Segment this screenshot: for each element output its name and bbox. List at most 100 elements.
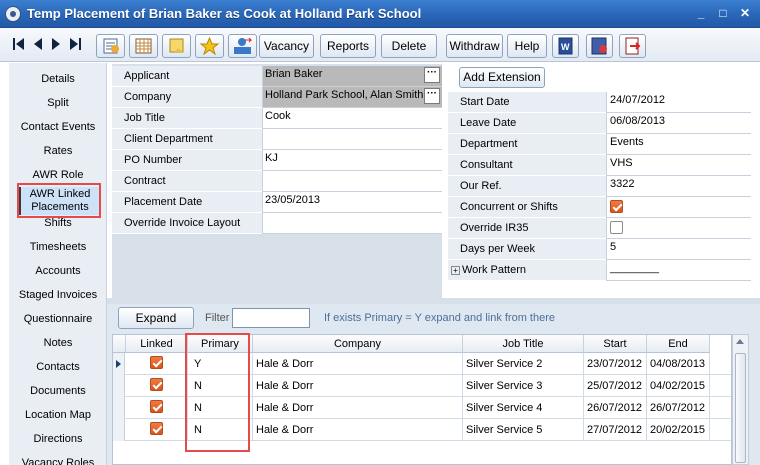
work-pattern-label: Work Pattern bbox=[462, 264, 526, 276]
highlight-box-primary bbox=[185, 333, 250, 452]
nav-item-questionnaire[interactable]: Questionnaire bbox=[9, 313, 107, 326]
hint-text: If exists Primary = Y expand and link fr… bbox=[324, 312, 556, 324]
our-ref-field[interactable]: 3322 bbox=[606, 176, 751, 197]
column-header-job-title[interactable]: Job Title bbox=[463, 335, 584, 353]
refresh-record-icon[interactable] bbox=[586, 34, 613, 58]
nav-item-notes[interactable]: Notes bbox=[9, 337, 107, 350]
grid-scrollbar[interactable] bbox=[732, 334, 749, 465]
placement-date-field[interactable]: 23/05/2013 bbox=[262, 192, 442, 213]
applicant-label: Applicant bbox=[112, 66, 262, 87]
job-title-cell: Silver Service 2 bbox=[463, 353, 584, 375]
applicant-lookup-button[interactable]: ··· bbox=[424, 67, 440, 83]
consultant-field[interactable]: VHS bbox=[606, 155, 751, 176]
linked-cell bbox=[126, 397, 188, 419]
contract-row: Contract bbox=[112, 171, 442, 192]
start-cell: 27/07/2012 bbox=[584, 419, 647, 441]
column-header-company[interactable]: Company bbox=[253, 335, 463, 353]
linked-checkbox[interactable] bbox=[150, 400, 163, 413]
our-ref-row: Our Ref. 3322 bbox=[448, 176, 751, 197]
app-icon bbox=[5, 6, 21, 22]
next-record-icon[interactable] bbox=[49, 36, 64, 52]
filter-input[interactable] bbox=[232, 308, 310, 328]
nav-item-directions[interactable]: Directions bbox=[9, 433, 107, 446]
nav-item-accounts[interactable]: Accounts bbox=[9, 265, 107, 278]
nav-item-timesheets[interactable]: Timesheets bbox=[9, 241, 107, 254]
nav-item-staged-invoices[interactable]: Staged Invoices bbox=[9, 289, 107, 302]
concurrent-or-shifts-checkbox[interactable] bbox=[610, 200, 623, 213]
nav-item-awr-role[interactable]: AWR Role bbox=[9, 169, 107, 182]
start-cell: 26/07/2012 bbox=[584, 397, 647, 419]
job-title-field[interactable]: Cook bbox=[262, 108, 442, 129]
reports-button[interactable]: Reports bbox=[320, 34, 376, 58]
nav-item-rates[interactable]: Rates bbox=[9, 145, 107, 158]
previous-record-icon[interactable] bbox=[30, 36, 45, 52]
end-cell: 04/08/2013 bbox=[647, 353, 710, 375]
consultant-label: Consultant bbox=[448, 155, 606, 176]
nav-item-vacancy-roles[interactable]: Vacancy Roles bbox=[9, 457, 107, 465]
column-header-linked[interactable]: Linked bbox=[126, 335, 188, 353]
window-title: Temp Placement of Brian Baker as Cook at… bbox=[27, 6, 422, 21]
leave-date-field[interactable]: 06/08/2013 bbox=[606, 113, 751, 134]
help-button[interactable]: Help bbox=[507, 34, 547, 58]
user-transfer-icon[interactable] bbox=[228, 34, 257, 58]
work-pattern-field[interactable]: ________ bbox=[606, 260, 751, 281]
column-header-end[interactable]: End bbox=[647, 335, 710, 353]
leave-date-row: Leave Date 06/08/2013 bbox=[448, 113, 751, 134]
column-header-start[interactable]: Start bbox=[584, 335, 647, 353]
linked-checkbox[interactable] bbox=[150, 356, 163, 369]
withdraw-button[interactable]: Withdraw bbox=[446, 34, 503, 58]
add-extension-button[interactable]: Add Extension bbox=[459, 67, 545, 88]
work-pattern-label-cell: + Work Pattern bbox=[448, 260, 606, 281]
client-department-field[interactable] bbox=[262, 129, 442, 150]
minimize-button[interactable]: _ bbox=[694, 6, 708, 20]
grid-icon[interactable] bbox=[129, 34, 158, 58]
company-row: Company Holland Park School, Alan Smith ·… bbox=[112, 87, 442, 108]
client-department-label: Client Department bbox=[112, 129, 262, 150]
nav-item-contact-events[interactable]: Contact Events bbox=[9, 121, 107, 134]
contract-field[interactable] bbox=[262, 171, 442, 192]
close-button[interactable]: ✕ bbox=[738, 6, 752, 20]
nav-item-documents[interactable]: Documents bbox=[9, 385, 107, 398]
override-invoice-layout-field[interactable] bbox=[262, 213, 442, 234]
override-invoice-layout-row: Override Invoice Layout bbox=[112, 213, 442, 234]
concurrent-or-shifts-row: Concurrent or Shifts bbox=[448, 197, 751, 218]
job-title-label: Job Title bbox=[112, 108, 262, 129]
company-label: Company bbox=[112, 87, 262, 108]
nav-item-details[interactable]: Details bbox=[9, 73, 107, 86]
start-cell: 23/07/2012 bbox=[584, 353, 647, 375]
placement-date-row: Placement Date 23/05/2013 bbox=[112, 192, 442, 213]
scroll-up-icon[interactable] bbox=[736, 339, 744, 344]
star-icon[interactable] bbox=[195, 34, 224, 58]
start-date-field[interactable]: 24/07/2012 bbox=[606, 92, 751, 113]
company-field[interactable]: Holland Park School, Alan Smith ··· bbox=[262, 87, 442, 108]
company-lookup-button[interactable]: ··· bbox=[424, 88, 440, 104]
delete-button[interactable]: Delete bbox=[381, 34, 437, 58]
exit-icon[interactable] bbox=[619, 34, 646, 58]
end-cell: 26/07/2012 bbox=[647, 397, 710, 419]
override-ir35-checkbox[interactable] bbox=[610, 221, 623, 234]
department-field[interactable]: Events bbox=[606, 134, 751, 155]
maximize-button[interactable]: □ bbox=[716, 6, 730, 20]
word-document-icon[interactable]: W bbox=[552, 34, 579, 58]
filter-label: Filter bbox=[205, 312, 230, 324]
nav-item-location-map[interactable]: Location Map bbox=[9, 409, 107, 422]
nav-item-contacts[interactable]: Contacts bbox=[9, 361, 107, 374]
work-pattern-expand-icon[interactable]: + bbox=[451, 265, 460, 275]
linked-checkbox[interactable] bbox=[150, 422, 163, 435]
concurrent-or-shifts-cell bbox=[606, 197, 751, 218]
applicant-field[interactable]: Brian Baker ··· bbox=[262, 66, 442, 87]
po-number-field[interactable]: KJ bbox=[262, 150, 442, 171]
linked-checkbox[interactable] bbox=[150, 378, 163, 391]
days-per-week-field[interactable]: 5 bbox=[606, 239, 751, 260]
first-record-icon[interactable] bbox=[11, 36, 26, 52]
scroll-thumb[interactable] bbox=[735, 353, 746, 463]
start-date-row: Start Date 24/07/2012 bbox=[448, 92, 751, 113]
nav-item-split[interactable]: Split bbox=[9, 97, 107, 110]
note-icon[interactable] bbox=[162, 34, 191, 58]
last-record-icon[interactable] bbox=[68, 36, 83, 52]
nav-item-shifts[interactable]: Shifts bbox=[9, 217, 107, 230]
vacancy-button[interactable]: Vacancy bbox=[259, 34, 314, 58]
sync-icon[interactable] bbox=[96, 34, 125, 58]
po-number-label: PO Number bbox=[112, 150, 262, 171]
expand-button[interactable]: Expand bbox=[118, 307, 194, 329]
